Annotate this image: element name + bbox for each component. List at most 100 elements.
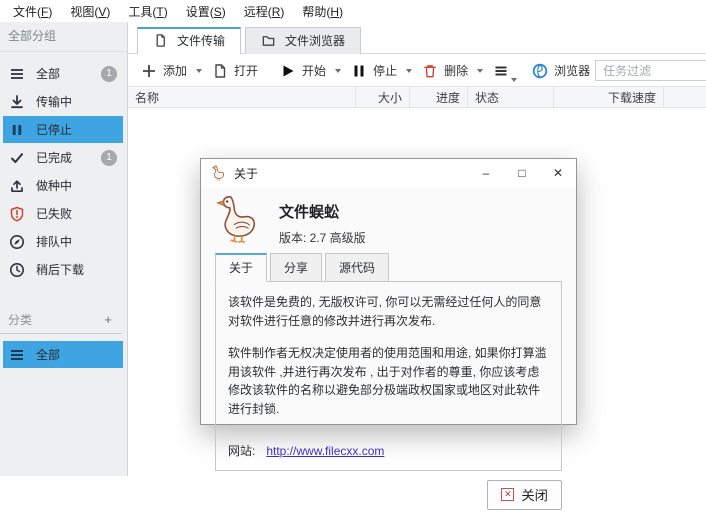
open-label: 打开 (234, 62, 258, 79)
menu-settings[interactable]: 设置(S) (177, 0, 235, 23)
close-button[interactable]: ✕ 关闭 (487, 480, 562, 510)
column-header-extra[interactable] (664, 87, 706, 107)
minimize-button[interactable]: – (468, 159, 504, 187)
sidebar-item-completed[interactable]: 已完成 1 (3, 144, 123, 171)
sidebar-item-label: 已失败 (36, 205, 72, 222)
about-header: 文件蜈蚣 版本: 2.7 高级版 (201, 187, 576, 246)
globe-icon (532, 63, 548, 79)
maximize-button[interactable]: □ (504, 159, 540, 187)
sidebar-item-all[interactable]: 全部 1 (3, 60, 123, 87)
file-icon (153, 33, 168, 48)
sidebar-item-queued[interactable]: 排队中 (3, 228, 123, 255)
folder-icon (261, 33, 276, 48)
sidebar-item-label: 做种中 (36, 177, 72, 194)
tab-file-browser[interactable]: 文件浏览器 (245, 27, 361, 54)
plus-icon (141, 63, 157, 79)
pause-icon (351, 63, 367, 79)
menu-tools[interactable]: 工具(T) (119, 0, 176, 23)
stop-button[interactable]: 停止 (346, 59, 417, 82)
sidebar-item-seeding[interactable]: 做种中 (3, 172, 123, 199)
sidebar-item-transferring[interactable]: 传输中 (3, 88, 123, 115)
start-button[interactable]: 开始 (275, 59, 346, 82)
dialog-tab-share[interactable]: 分享 (270, 253, 322, 282)
stop-label: 停止 (373, 62, 397, 79)
website-link[interactable]: http://www.filecxx.com (266, 442, 384, 461)
add-label: 添加 (163, 62, 187, 79)
failed-shield-icon (9, 206, 25, 222)
duck-app-icon (211, 165, 226, 181)
sidebar-group-header: 全部分组 (0, 22, 127, 52)
download-icon (9, 94, 25, 110)
column-header-speed[interactable]: 下载速度 (554, 87, 664, 107)
website-label: 网站: (228, 442, 255, 461)
menu-view[interactable]: 视图(V) (61, 0, 119, 23)
chevron-down-icon (406, 69, 412, 73)
sidebar-item-label: 排队中 (36, 233, 72, 250)
browser-button[interactable]: 浏览器 (527, 59, 595, 82)
menu-help[interactable]: 帮助(H) (293, 0, 352, 23)
about-paragraph-1: 该软件是免费的, 无版权许可, 你可以无需经过任何人的同意对软件进行任意的修改并… (228, 293, 549, 330)
sidebar-item-label: 全部 (36, 65, 60, 82)
check-icon (9, 150, 25, 166)
open-button[interactable]: 打开 (207, 59, 263, 82)
add-button[interactable]: 添加 (136, 59, 207, 82)
open-file-icon (212, 63, 228, 79)
trash-icon (422, 63, 438, 79)
play-icon (280, 63, 296, 79)
sidebar-item-download-later[interactable]: 稍后下载 (3, 256, 123, 283)
dialog-footer: ✕ 关闭 (201, 471, 576, 520)
hamburger-icon (493, 63, 509, 79)
menu-remote[interactable]: 远程(R) (235, 0, 294, 23)
close-window-button[interactable]: ✕ (540, 159, 576, 187)
app-name: 文件蜈蚣 (279, 201, 366, 222)
category-list: 全部 (0, 340, 127, 369)
add-category-button[interactable]: + (102, 312, 114, 327)
column-header-name[interactable]: 名称 (128, 87, 356, 107)
close-x-icon: ✕ (501, 488, 514, 501)
about-text-panel: 该软件是免费的, 无版权许可, 你可以无需经过任何人的同意对软件进行任意的修改并… (215, 281, 562, 471)
browser-label: 浏览器 (554, 62, 590, 79)
list-icon (9, 66, 25, 82)
clock-icon (9, 262, 25, 278)
close-button-label: 关闭 (521, 485, 548, 504)
task-table-header: 名称 大小 进度 状态 下载速度 (128, 86, 706, 108)
dialog-title-bar[interactable]: 关于 – □ ✕ (201, 159, 576, 187)
category-item-all[interactable]: 全部 (3, 341, 123, 368)
column-header-status[interactable]: 状态 (468, 87, 554, 107)
dialog-tab-about[interactable]: 关于 (215, 253, 267, 282)
dialog-title: 关于 (234, 165, 258, 182)
about-dialog: 关于 – □ ✕ 文件蜈蚣 版本: 2.7 高级版 关于 分享 源代码 该软件是… (200, 158, 577, 425)
column-header-size[interactable]: 大小 (356, 87, 410, 107)
sidebar-item-label: 传输中 (36, 93, 72, 110)
tab-label: 文件传输 (177, 32, 225, 49)
menu-file[interactable]: 文件(F) (4, 0, 61, 23)
category-item-label: 全部 (36, 346, 60, 363)
delete-label: 删除 (444, 62, 468, 79)
duck-logo (215, 193, 261, 245)
chevron-down-icon (335, 69, 341, 73)
category-header: 分类 + (0, 308, 122, 334)
sidebar-item-label: 已停止 (36, 121, 72, 138)
tab-file-transfer[interactable]: 文件传输 (137, 27, 241, 54)
sidebar-item-failed[interactable]: 已失败 (3, 200, 123, 227)
sidebar-item-label: 已完成 (36, 149, 72, 166)
app-version: 版本: 2.7 高级版 (279, 229, 366, 246)
more-menu-button[interactable] (488, 60, 515, 82)
sidebar: 全部分组 全部 1 传输中 已停止 (0, 22, 128, 476)
dialog-tab-source[interactable]: 源代码 (325, 253, 389, 282)
start-label: 开始 (302, 62, 326, 79)
chevron-down-icon (477, 69, 483, 73)
website-row: 网站: http://www.filecxx.com (228, 442, 549, 461)
list-icon (9, 347, 25, 363)
toolbar: 添加 打开 开始 停止 (128, 54, 706, 86)
sidebar-item-label: 稍后下载 (36, 261, 84, 278)
compass-icon (9, 234, 25, 250)
tab-label: 文件浏览器 (285, 32, 345, 49)
about-paragraph-2: 软件制作者无权决定使用者的使用范围和用途, 如果你打算滥用该软件 ,并进行再次发… (228, 344, 549, 418)
sidebar-item-stopped[interactable]: 已停止 (3, 116, 123, 143)
chevron-down-icon (196, 69, 202, 73)
task-filter-input[interactable] (595, 60, 706, 81)
menu-bar: 文件(F) 视图(V) 工具(T) 设置(S) 远程(R) 帮助(H) (0, 0, 706, 22)
column-header-progress[interactable]: 进度 (410, 87, 468, 107)
delete-button[interactable]: 删除 (417, 59, 488, 82)
